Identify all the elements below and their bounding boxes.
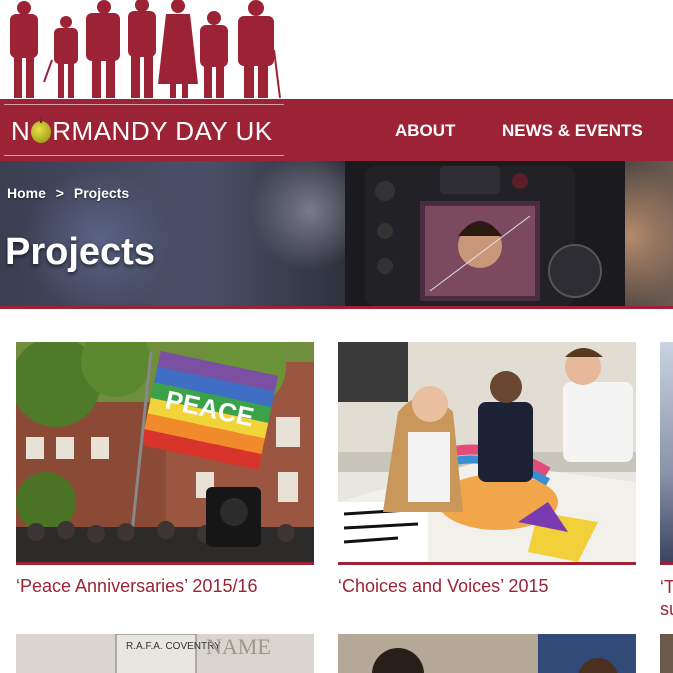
site-logo[interactable]: N RMANDY DAY UK — [4, 104, 284, 156]
project-title-partial[interactable]: ‘Tsu — [660, 576, 673, 620]
project-image-row2-1[interactable]: R.A.F.A. COVENTRY NAME — [16, 634, 314, 673]
apple-icon — [31, 117, 52, 143]
project-card-partial[interactable]: ‘Tsu — [660, 342, 673, 622]
project-card-choices[interactable]: ‘Choices and Voices’ 2015 — [338, 342, 636, 597]
project-card-peace[interactable]: PEACE ‘Peace Anniversaries’ 2015/16 — [16, 342, 314, 597]
nav-about[interactable]: ABOUT — [395, 121, 455, 141]
nav-news-events[interactable]: NEWS & EVENTS — [502, 121, 643, 141]
camera-image — [345, 161, 625, 307]
project-image-peace[interactable]: PEACE — [16, 342, 314, 565]
project-title-peace[interactable]: ‘Peace Anniversaries’ 2015/16 — [16, 576, 314, 597]
project-image-choices[interactable] — [338, 342, 636, 565]
logo-text: N RMANDY DAY UK — [11, 116, 273, 146]
breadcrumb: Home > Projects — [7, 185, 129, 201]
project-title-choices[interactable]: ‘Choices and Voices’ 2015 — [338, 576, 636, 597]
breadcrumb-home-link[interactable]: Home — [7, 185, 46, 201]
svg-text:NAME: NAME — [206, 634, 271, 659]
breadcrumb-current: Projects — [73, 185, 130, 201]
project-image-row2-3[interactable] — [660, 634, 673, 673]
breadcrumb-separator: > — [55, 185, 64, 201]
project-image-row2-2[interactable] — [338, 634, 636, 673]
hero-banner: Home > Projects Projects — [0, 161, 673, 307]
page-title: Projects — [5, 231, 155, 273]
hero-divider — [0, 306, 673, 309]
silhouette-banner — [10, 0, 281, 99]
main-navbar: N RMANDY DAY UK ABOUT NEWS & EVENTS — [0, 99, 673, 161]
project-image-partial[interactable] — [660, 342, 673, 565]
